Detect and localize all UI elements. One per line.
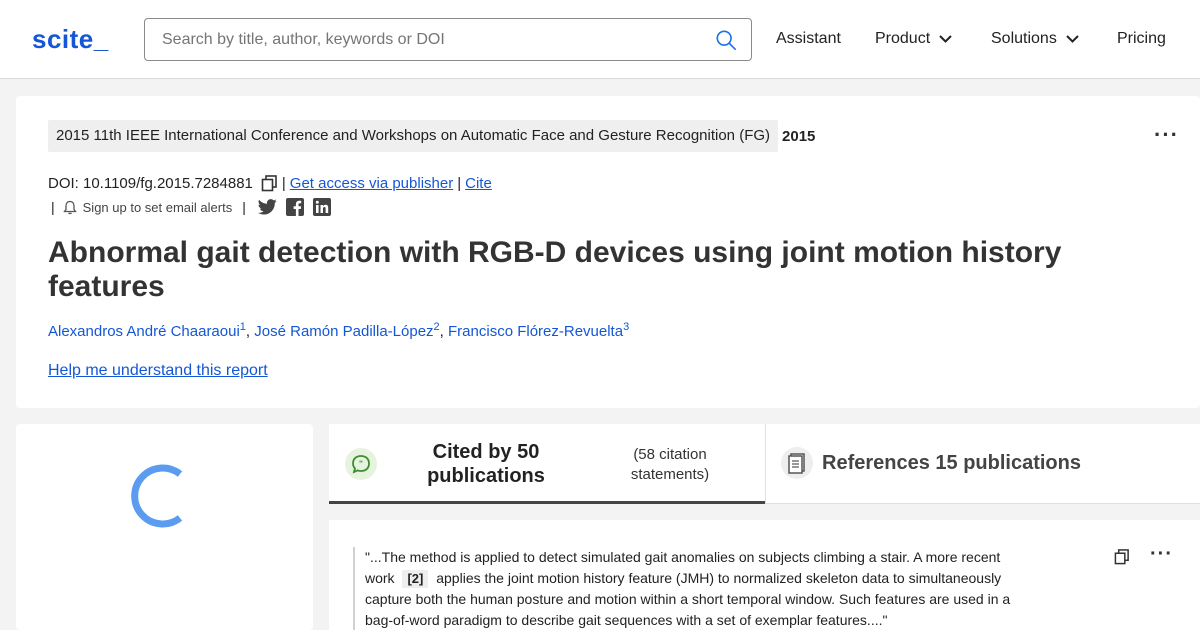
citation-statements-count: (58 citation statements) xyxy=(630,446,710,483)
svg-text:": " xyxy=(359,460,363,469)
references-label: References 15 publications xyxy=(822,452,1081,474)
doi-text: DOI: 10.1109/fg.2015.7284881 xyxy=(48,175,253,192)
separator: | xyxy=(242,199,246,215)
separator: | xyxy=(281,175,286,192)
publication-year: 2015 xyxy=(782,127,816,145)
author-affiliation: 3 xyxy=(623,321,630,333)
reference-badge[interactable]: [2] xyxy=(402,570,429,588)
loading-spinner xyxy=(131,464,183,528)
alerts-row: | Sign up to set email alerts | xyxy=(48,198,331,216)
authors-list: Alexandros André Chaaraoui1, José Ramón … xyxy=(48,321,630,340)
separator: | xyxy=(457,175,462,192)
nav-product[interactable]: Product xyxy=(875,30,952,48)
nav-solutions-label: Solutions xyxy=(991,30,1057,47)
nav-assistant-label: Assistant xyxy=(776,30,841,47)
scite-logo[interactable]: scite_ xyxy=(32,24,109,55)
author-link[interactable]: Alexandros André Chaaraoui xyxy=(48,323,240,340)
summary-panel xyxy=(16,424,313,630)
nav-pricing-label: Pricing xyxy=(1117,30,1166,47)
quote-text-after: applies the joint motion history feature… xyxy=(365,570,1011,628)
citation-quote: "...The method is applied to detect simu… xyxy=(353,547,1033,630)
twitter-icon[interactable] xyxy=(257,199,277,215)
cited-by-label: Cited by 50 publications xyxy=(427,441,545,487)
separator: | xyxy=(51,199,55,215)
nav-product-label: Product xyxy=(875,30,931,47)
linkedin-icon[interactable] xyxy=(312,198,331,216)
nav-assistant[interactable]: Assistant xyxy=(776,30,841,48)
bell-icon[interactable] xyxy=(62,200,77,215)
chevron-down-icon xyxy=(1066,35,1079,43)
search-input[interactable] xyxy=(145,19,705,60)
nav-pricing[interactable]: Pricing xyxy=(1117,30,1166,48)
facebook-icon[interactable] xyxy=(285,198,304,216)
venue-row: 2015 11th IEEE International Conference … xyxy=(48,120,815,152)
email-alerts-link[interactable]: Sign up to set email alerts xyxy=(83,200,233,215)
copy-icon[interactable] xyxy=(1114,549,1130,565)
nav-solutions[interactable]: Solutions xyxy=(991,30,1079,48)
venue-chip[interactable]: 2015 11th IEEE International Conference … xyxy=(48,120,779,152)
document-icon xyxy=(781,447,813,479)
publication-title: Abnormal gait detection with RGB-D devic… xyxy=(48,236,1062,303)
top-bar: scite_ Assistant Product Solutions Prici… xyxy=(0,0,1200,79)
get-access-link[interactable]: Get access via publisher xyxy=(290,175,453,192)
search-box[interactable] xyxy=(144,18,752,61)
speech-bubble-icon: " xyxy=(345,448,377,480)
more-icon[interactable]: ··· xyxy=(1150,543,1173,566)
doi-row: DOI: 10.1109/fg.2015.7284881 | Get acces… xyxy=(48,175,492,192)
cite-link[interactable]: Cite xyxy=(465,175,492,192)
search-icon[interactable] xyxy=(715,29,737,51)
author-link[interactable]: Francisco Flórez-Revuelta xyxy=(448,323,623,340)
more-icon[interactable]: ··· xyxy=(1154,122,1179,148)
help-understand-link[interactable]: Help me understand this report xyxy=(48,362,268,380)
author-link[interactable]: José Ramón Padilla-López xyxy=(254,323,433,340)
chevron-down-icon xyxy=(939,35,952,43)
copy-icon[interactable] xyxy=(261,175,278,192)
